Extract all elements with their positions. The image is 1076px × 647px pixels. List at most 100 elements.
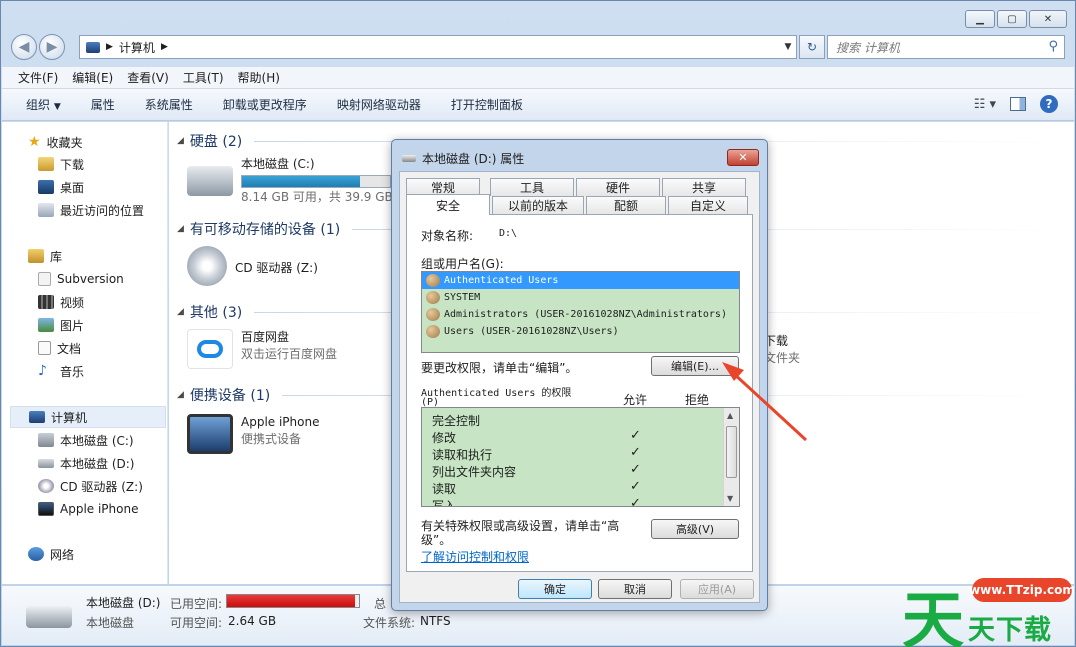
tab-hardware[interactable]: 硬件 bbox=[576, 178, 660, 196]
sidebar-item-iphone[interactable]: Apple iPhone bbox=[38, 499, 138, 519]
permissions-scrollbar[interactable]: ▲ ▼ bbox=[723, 408, 739, 506]
tab-previous-versions[interactable]: 以前的版本 bbox=[492, 196, 584, 214]
chevron-down-icon: ▼ bbox=[53, 102, 61, 112]
sidebar-computer[interactable]: 计算机 bbox=[10, 406, 166, 428]
music-icon: ♪ bbox=[38, 363, 47, 379]
menu-tools[interactable]: 工具(T) bbox=[183, 69, 224, 86]
maximize-button[interactable]: ▢ bbox=[997, 10, 1027, 28]
collapse-triangle-icon[interactable]: ◢ bbox=[177, 307, 184, 317]
edit-permissions-button[interactable]: 编辑(E)... bbox=[651, 356, 739, 376]
status-drive-name: 本地磁盘 (D:) bbox=[86, 596, 161, 610]
preview-pane-icon[interactable] bbox=[1010, 97, 1026, 111]
sidebar-item-videos[interactable]: 视频 bbox=[38, 292, 84, 312]
open-control-panel-button[interactable]: 打开控制面板 bbox=[451, 96, 523, 113]
breadcrumb-separator-icon: ▶ bbox=[106, 42, 113, 52]
breadcrumb-computer[interactable]: 计算机 bbox=[119, 39, 155, 56]
status-fs-value: NTFS bbox=[420, 614, 451, 628]
status-fs-label: 文件系统: bbox=[363, 616, 416, 630]
sidebar-label: 桌面 bbox=[60, 180, 85, 195]
toolbar-right: ☷ ▾ ? bbox=[974, 95, 1058, 113]
tab-quota[interactable]: 配额 bbox=[586, 196, 666, 214]
map-network-drive-button[interactable]: 映射网络驱动器 bbox=[337, 96, 421, 113]
sidebar-item-music[interactable]: ♪ 音乐 bbox=[38, 361, 84, 381]
menu-bar: 文件(F) 编辑(E) 查看(V) 工具(T) 帮助(H) bbox=[2, 67, 1074, 89]
drive-c-tile[interactable]: 本地磁盘 (C:) 8.14 GB 可用，共 39.9 GB bbox=[187, 156, 393, 204]
change-permission-hint: 要更改权限，请单击“编辑”。 bbox=[421, 361, 578, 375]
advanced-button[interactable]: 高级(V) bbox=[651, 519, 739, 539]
back-button[interactable]: ◀ bbox=[11, 34, 37, 60]
user-row[interactable]: Users (USER-20161028NZ\Users) bbox=[422, 323, 739, 340]
users-list[interactable]: Authenticated Users SYSTEM Administrator… bbox=[421, 271, 740, 353]
sidebar-favorites[interactable]: ★ 收藏夹 bbox=[28, 132, 83, 152]
tab-tools[interactable]: 工具 bbox=[490, 178, 574, 196]
apply-button[interactable]: 应用(A) bbox=[680, 579, 754, 599]
menu-edit[interactable]: 编辑(E) bbox=[72, 69, 113, 86]
learn-access-control-link[interactable]: 了解访问控制和权限 bbox=[421, 548, 529, 565]
sidebar-label: 文档 bbox=[57, 341, 82, 356]
collapse-triangle-icon[interactable]: ◢ bbox=[177, 390, 184, 400]
user-name: SYSTEM bbox=[444, 292, 481, 303]
computer-icon bbox=[29, 411, 45, 423]
ok-button[interactable]: 确定 bbox=[518, 579, 592, 599]
status-free-value: 2.64 GB bbox=[228, 614, 277, 628]
iphone-tile[interactable]: Apple iPhone 便携式设备 bbox=[187, 414, 319, 458]
tab-customize[interactable]: 自定义 bbox=[668, 196, 748, 214]
download-folder-tile[interactable]: 下载 文件夹 bbox=[764, 333, 800, 377]
sidebar-item-downloads[interactable]: 下载 bbox=[38, 154, 84, 174]
address-dropdown-icon[interactable]: ▼ bbox=[779, 35, 797, 59]
tab-security[interactable]: 安全 bbox=[406, 194, 490, 215]
dialog-close-button[interactable]: ✕ bbox=[727, 149, 759, 166]
search-icon[interactable]: ⚲ bbox=[1048, 39, 1058, 54]
menu-view[interactable]: 查看(V) bbox=[127, 69, 169, 86]
tab-sharing[interactable]: 共享 bbox=[662, 178, 746, 196]
scroll-up-icon[interactable]: ▲ bbox=[727, 411, 733, 420]
uninstall-program-button[interactable]: 卸载或更改程序 bbox=[223, 96, 307, 113]
sidebar-item-documents[interactable]: 文档 bbox=[38, 338, 81, 358]
drive-info: 8.14 GB 可用，共 39.9 GB bbox=[241, 190, 393, 204]
cancel-button[interactable]: 取消 bbox=[598, 579, 672, 599]
close-icon: ✕ bbox=[738, 151, 748, 164]
star-icon: ★ bbox=[28, 134, 41, 150]
system-properties-button[interactable]: 系统属性 bbox=[145, 96, 193, 113]
refresh-button[interactable]: ↻ bbox=[799, 35, 825, 59]
collapse-triangle-icon[interactable]: ◢ bbox=[177, 136, 184, 146]
user-row[interactable]: Administrators (USER-20161028NZ\Administ… bbox=[422, 306, 739, 323]
sidebar-item-pictures[interactable]: 图片 bbox=[38, 315, 84, 335]
view-options-icon[interactable]: ☷ ▾ bbox=[974, 97, 996, 112]
help-icon[interactable]: ? bbox=[1040, 95, 1058, 113]
permission-name: 列出文件夹内容 bbox=[432, 465, 517, 479]
permission-name: 完全控制 bbox=[432, 414, 481, 428]
collapse-triangle-icon[interactable]: ◢ bbox=[177, 224, 184, 234]
sidebar-network[interactable]: 网络 bbox=[28, 544, 74, 564]
sidebar-label: CD 驱动器 (Z:) bbox=[60, 479, 143, 494]
permission-name: 写入 bbox=[432, 499, 457, 507]
scroll-down-icon[interactable]: ▼ bbox=[727, 494, 733, 503]
scrollbar-thumb[interactable] bbox=[726, 426, 737, 478]
item-name: 下载 bbox=[764, 334, 789, 348]
minimize-button[interactable]: ▁ bbox=[965, 10, 995, 28]
sidebar-item-desktop[interactable]: 桌面 bbox=[38, 177, 84, 197]
forward-arrow-icon: ▶ bbox=[46, 39, 58, 55]
site-watermark-logo: 天 www.TTzip.com 天下载 bbox=[898, 570, 1075, 647]
search-input[interactable]: 搜索 计算机 ⚲ bbox=[827, 35, 1065, 59]
cd-drive-tile[interactable]: CD 驱动器 (Z:) bbox=[187, 246, 318, 290]
forward-button[interactable]: ▶ bbox=[39, 34, 65, 60]
sidebar-item-cd-drive[interactable]: CD 驱动器 (Z:) bbox=[38, 476, 143, 496]
sidebar-item-recent[interactable]: 最近访问的位置 bbox=[38, 200, 144, 220]
user-row[interactable]: SYSTEM bbox=[422, 289, 739, 306]
close-button[interactable]: ✕ bbox=[1029, 10, 1067, 28]
baidu-tile[interactable]: 百度网盘 双击运行百度网盘 bbox=[187, 329, 337, 373]
user-row[interactable]: Authenticated Users bbox=[422, 272, 739, 289]
sidebar-item-c-drive[interactable]: 本地磁盘 (C:) bbox=[38, 430, 134, 450]
checkmark-icon: ✓ bbox=[630, 462, 641, 477]
menu-help[interactable]: 帮助(H) bbox=[238, 69, 280, 86]
properties-button[interactable]: 属性 bbox=[91, 96, 115, 113]
sidebar-item-subversion[interactable]: Subversion bbox=[38, 269, 124, 289]
organize-button[interactable]: 组织 ▼ bbox=[26, 96, 61, 113]
permissions-label: Authenticated Users 的权限 bbox=[421, 388, 572, 399]
back-arrow-icon: ◀ bbox=[18, 39, 30, 55]
menu-file[interactable]: 文件(F) bbox=[18, 69, 58, 86]
sidebar-libraries[interactable]: 库 bbox=[28, 246, 62, 266]
address-bar[interactable]: ▶ 计算机 ▶ bbox=[79, 35, 797, 59]
sidebar-item-d-drive[interactable]: 本地磁盘 (D:) bbox=[38, 453, 134, 473]
